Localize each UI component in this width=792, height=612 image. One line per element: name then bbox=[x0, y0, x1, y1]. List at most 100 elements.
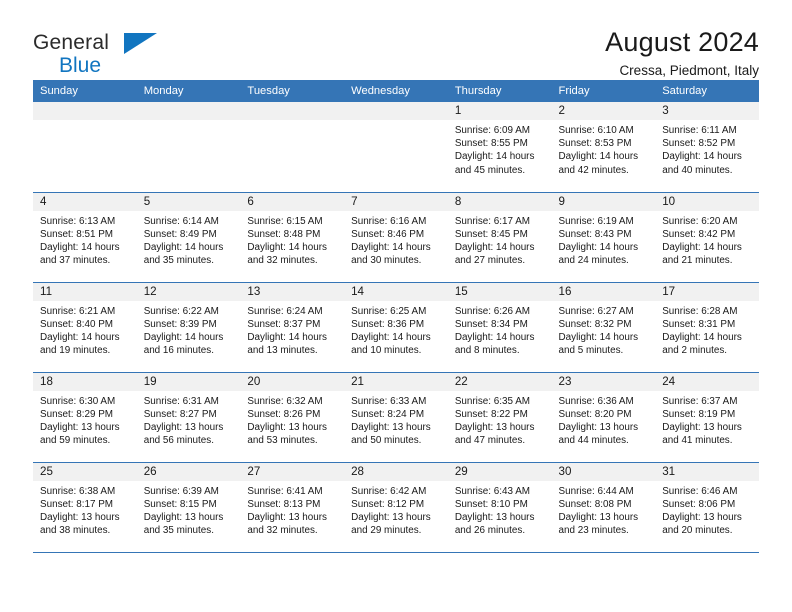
sunrise-text: Sunrise: 6:28 AM bbox=[662, 305, 738, 317]
calendar-day-cell[interactable]: 20 Sunrise: 6:32 AM Sunset: 8:26 PM Dayligh… bbox=[240, 371, 345, 462]
sunrise-text: Sunrise: 6:36 AM bbox=[558, 395, 634, 407]
day-details: Sunrise: 6:14 AM Sunset: 8:49 PM Daylight:… bbox=[137, 211, 241, 268]
calendar-day-cell[interactable]: 28 Sunrise: 6:42 AM Sunset: 8:12 PM Dayligh… bbox=[344, 461, 448, 552]
sunset-text: Sunset: 8:49 PM bbox=[143, 228, 217, 240]
sunset-text: Sunset: 8:52 PM bbox=[662, 138, 736, 150]
day-number: 24 bbox=[655, 372, 759, 391]
day-details: Sunrise: 6:31 AM Sunset: 8:27 PM Daylight:… bbox=[137, 391, 241, 448]
sunrise-text: Sunrise: 6:41 AM bbox=[247, 485, 323, 497]
calendar-day-cell[interactable]: 2 Sunrise: 6:10 AM Sunset: 8:53 PM Daylight… bbox=[551, 102, 656, 192]
day-number: 7 bbox=[344, 192, 448, 211]
day-number: 12 bbox=[136, 282, 241, 301]
calendar-day-cell[interactable]: 11 Sunrise: 6:21 AM Sunset: 8:40 PM Dayligh… bbox=[33, 281, 137, 372]
day-number: 30 bbox=[551, 462, 656, 481]
calendar-day-cell[interactable]: 30 Sunrise: 6:44 AM Sunset: 8:08 PM Dayligh… bbox=[551, 461, 656, 552]
calendar-day-cell[interactable]: 21 Sunrise: 6:33 AM Sunset: 8:24 PM Dayligh… bbox=[344, 371, 448, 462]
daylight-text: Daylight: 14 hours and 2 minutes. bbox=[662, 331, 742, 357]
sunset-text: Sunset: 8:36 PM bbox=[351, 318, 425, 330]
sunrise-text: Sunrise: 6:27 AM bbox=[558, 305, 634, 317]
calendar-page: General Blue August 2024 Cressa, Piedmon… bbox=[0, 0, 792, 612]
sunrise-text: Sunrise: 6:22 AM bbox=[143, 305, 219, 317]
day-details: Sunrise: 6:42 AM Sunset: 8:12 PM Daylight:… bbox=[344, 481, 448, 538]
calendar-day-cell[interactable]: 10 Sunrise: 6:20 AM Sunset: 8:42 PM Dayligh… bbox=[655, 191, 759, 282]
weekday-header-wednesday: Wednesday bbox=[344, 80, 448, 102]
daylight-text: Daylight: 14 hours and 5 minutes. bbox=[558, 331, 639, 357]
calendar-day-cell[interactable]: 31 Sunrise: 6:46 AM Sunset: 8:06 PM Dayligh… bbox=[655, 461, 759, 552]
calendar-day-cell[interactable]: 1 Sunrise: 6:09 AM Sunset: 8:55 PM Daylight… bbox=[447, 102, 552, 192]
calendar-day-cell[interactable]: 13 Sunrise: 6:24 AM Sunset: 8:37 PM Dayligh… bbox=[240, 281, 345, 372]
day-number: 6 bbox=[240, 192, 345, 211]
sunrise-text: Sunrise: 6:19 AM bbox=[558, 215, 634, 227]
calendar-day-cell[interactable]: 26 Sunrise: 6:39 AM Sunset: 8:15 PM Dayligh… bbox=[136, 461, 241, 552]
sunrise-text: Sunrise: 6:32 AM bbox=[247, 395, 323, 407]
sunset-text: Sunset: 8:31 PM bbox=[662, 318, 736, 330]
sunset-text: Sunset: 8:19 PM bbox=[662, 408, 736, 420]
calendar-day-cell[interactable]: 15 Sunrise: 6:26 AM Sunset: 8:34 PM Dayligh… bbox=[447, 281, 552, 372]
calendar-day-cell[interactable]: 22 Sunrise: 6:35 AM Sunset: 8:22 PM Dayligh… bbox=[447, 371, 552, 462]
sunrise-text: Sunrise: 6:35 AM bbox=[454, 395, 531, 407]
calendar-day-cell[interactable]: 4 Sunrise: 6:13 AM Sunset: 8:51 PM Daylight… bbox=[33, 191, 137, 282]
sunset-text: Sunset: 8:26 PM bbox=[247, 408, 321, 420]
calendar-day-cell[interactable]: 24 Sunrise: 6:37 AM Sunset: 8:19 PM Dayligh… bbox=[655, 371, 759, 462]
day-details: Sunrise: 6:19 AM Sunset: 8:43 PM Daylight:… bbox=[552, 211, 656, 268]
day-number: 22 bbox=[447, 372, 552, 391]
calendar-day-cell[interactable]: 8 Sunrise: 6:17 AM Sunset: 8:45 PM Daylight… bbox=[447, 191, 552, 282]
day-number: 3 bbox=[655, 102, 759, 120]
sunrise-text: Sunrise: 6:30 AM bbox=[40, 395, 116, 407]
brand-logo[interactable]: General Blue bbox=[33, 28, 183, 80]
calendar-day-cell[interactable]: 25 Sunrise: 6:38 AM Sunset: 8:17 PM Dayligh… bbox=[33, 461, 137, 552]
brand-name-general: General bbox=[33, 31, 110, 54]
calendar-week-row: 1 Sunrise: 6:09 AM Sunset: 8:55 PM Daylight… bbox=[33, 102, 759, 192]
day-number: 31 bbox=[655, 462, 759, 481]
calendar-day-cell[interactable]: 17 Sunrise: 6:28 AM Sunset: 8:31 PM Dayligh… bbox=[655, 281, 759, 372]
daylight-text: Daylight: 13 hours and 44 minutes. bbox=[558, 421, 639, 447]
daylight-text: Daylight: 14 hours and 19 minutes. bbox=[40, 331, 120, 357]
daylight-text: Daylight: 14 hours and 13 minutes. bbox=[247, 331, 327, 357]
calendar-day-cell[interactable]: 7 Sunrise: 6:16 AM Sunset: 8:46 PM Daylight… bbox=[344, 191, 448, 282]
calendar-day-cell[interactable]: 19 Sunrise: 6:31 AM Sunset: 8:27 PM Dayligh… bbox=[136, 371, 241, 462]
day-details: Sunrise: 6:10 AM Sunset: 8:53 PM Daylight:… bbox=[552, 120, 656, 177]
daylight-text: Daylight: 13 hours and 32 minutes. bbox=[247, 511, 327, 537]
calendar-day-cell[interactable]: 5 Sunrise: 6:14 AM Sunset: 8:49 PM Daylight… bbox=[136, 191, 241, 282]
calendar-day-cell-empty bbox=[136, 102, 241, 192]
weekday-header-friday: Friday bbox=[551, 80, 656, 102]
calendar-day-cell[interactable]: 16 Sunrise: 6:27 AM Sunset: 8:32 PM Dayligh… bbox=[551, 281, 656, 372]
sunset-text: Sunset: 8:12 PM bbox=[351, 498, 425, 510]
day-number bbox=[344, 102, 448, 120]
sunset-text: Sunset: 8:46 PM bbox=[351, 228, 425, 240]
day-details: Sunrise: 6:11 AM Sunset: 8:52 PM Daylight:… bbox=[655, 120, 759, 177]
calendar-day-cell[interactable]: 3 Sunrise: 6:11 AM Sunset: 8:52 PM Daylight… bbox=[655, 102, 759, 192]
page-header: General Blue August 2024 Cressa, Piedmon… bbox=[33, 0, 759, 79]
sunset-text: Sunset: 8:24 PM bbox=[351, 408, 425, 420]
daylight-text: Daylight: 14 hours and 16 minutes. bbox=[143, 331, 224, 357]
day-number: 11 bbox=[33, 282, 137, 301]
weekday-header-saturday: Saturday bbox=[655, 80, 759, 102]
calendar-day-cell[interactable]: 14 Sunrise: 6:25 AM Sunset: 8:36 PM Dayligh… bbox=[344, 281, 448, 372]
daylight-text: Daylight: 14 hours and 35 minutes. bbox=[143, 241, 224, 267]
sunset-text: Sunset: 8:51 PM bbox=[40, 228, 114, 240]
calendar-day-cell[interactable]: 6 Sunrise: 6:15 AM Sunset: 8:48 PM Daylight… bbox=[240, 191, 345, 282]
sunrise-text: Sunrise: 6:09 AM bbox=[454, 125, 531, 136]
calendar-week-row: 11 Sunrise: 6:21 AM Sunset: 8:40 PM Dayligh… bbox=[33, 281, 759, 372]
day-number: 5 bbox=[136, 192, 241, 211]
day-number: 23 bbox=[551, 372, 656, 391]
calendar-day-cell[interactable]: 29 Sunrise: 6:43 AM Sunset: 8:10 PM Dayligh… bbox=[447, 461, 552, 552]
sunrise-text: Sunrise: 6:17 AM bbox=[454, 215, 531, 227]
day-number: 27 bbox=[240, 462, 345, 481]
weekday-header-sunday: Sunday bbox=[33, 80, 137, 102]
calendar-day-cell[interactable]: 12 Sunrise: 6:22 AM Sunset: 8:39 PM Dayligh… bbox=[136, 281, 241, 372]
daylight-text: Daylight: 14 hours and 10 minutes. bbox=[351, 331, 431, 357]
daylight-text: Daylight: 13 hours and 41 minutes. bbox=[662, 421, 742, 447]
sunrise-text: Sunrise: 6:37 AM bbox=[662, 395, 738, 407]
calendar-day-cell[interactable]: 18 Sunrise: 6:30 AM Sunset: 8:29 PM Dayligh… bbox=[33, 371, 137, 462]
calendar-day-cell[interactable]: 27 Sunrise: 6:41 AM Sunset: 8:13 PM Dayligh… bbox=[240, 461, 345, 552]
calendar-day-cell[interactable]: 9 Sunrise: 6:19 AM Sunset: 8:43 PM Daylight… bbox=[551, 191, 656, 282]
calendar-day-cell[interactable]: 23 Sunrise: 6:36 AM Sunset: 8:20 PM Dayligh… bbox=[551, 371, 656, 462]
calendar-day-cell-empty bbox=[344, 102, 448, 192]
day-number: 8 bbox=[447, 192, 552, 211]
day-details: Sunrise: 6:27 AM Sunset: 8:32 PM Daylight:… bbox=[552, 301, 656, 358]
daylight-text: Daylight: 13 hours and 59 minutes. bbox=[40, 421, 120, 447]
day-number: 18 bbox=[33, 372, 137, 391]
day-details: Sunrise: 6:25 AM Sunset: 8:36 PM Daylight:… bbox=[344, 301, 448, 358]
day-details: Sunrise: 6:22 AM Sunset: 8:39 PM Daylight:… bbox=[137, 301, 241, 358]
